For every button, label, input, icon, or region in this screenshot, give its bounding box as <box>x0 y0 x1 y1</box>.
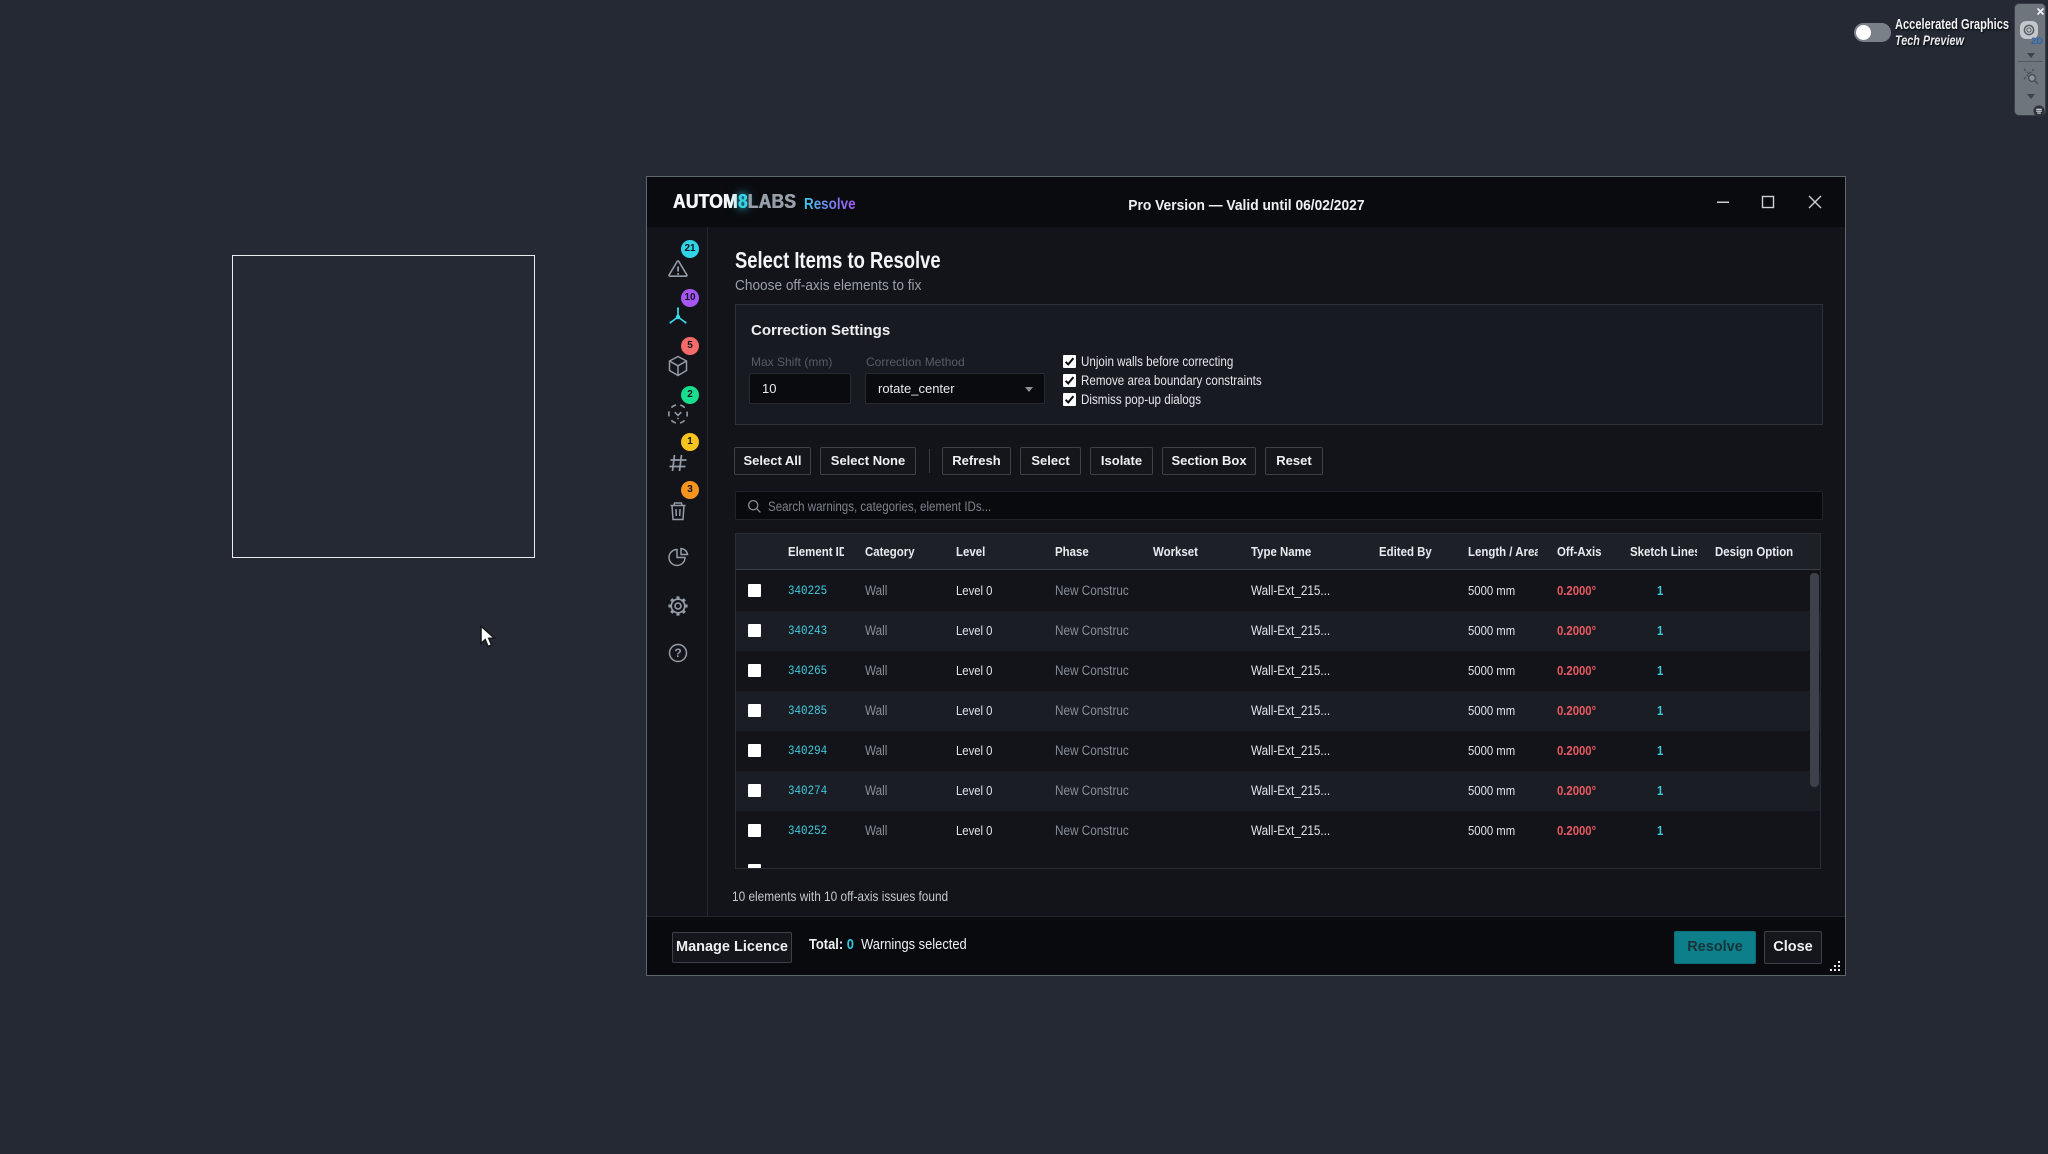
svg-text:?: ? <box>674 646 681 660</box>
